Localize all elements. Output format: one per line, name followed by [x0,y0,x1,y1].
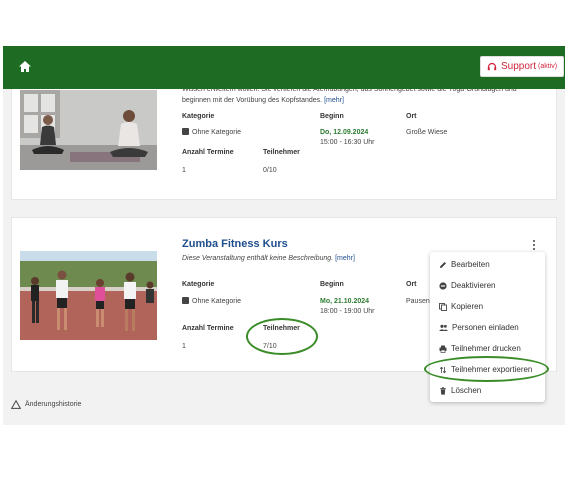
people-icon [439,324,448,331]
home-icon[interactable] [17,59,33,75]
support-label: Support [501,61,537,72]
sort-arrows-icon [439,366,447,373]
event-title[interactable]: Zumba Fitness Kurs [182,238,288,250]
participants-value: 0/10 [263,167,277,174]
menu-item-export-participants[interactable]: Teilnehmer exportieren [430,359,545,380]
category-label: Kategorie [182,281,215,288]
location-value: Große Wiese [406,129,448,136]
menu-item-deactivate[interactable]: Deaktivieren [430,275,545,296]
participants-label: Teilnehmer [263,149,300,156]
pencil-icon [440,261,446,268]
headset-icon [487,62,497,70]
start-label: Beginn [320,281,344,288]
category-value: Ohne Kategorie [182,128,241,137]
warning-triangle-icon [11,400,21,409]
dates-count-value: 1 [182,343,186,350]
start-label: Beginn [320,113,344,120]
start-date: Mo, 21.10.2024 [320,298,370,305]
trash-icon [440,386,446,395]
menu-item-copy[interactable]: Kopieren [430,296,545,317]
more-link[interactable]: [mehr] [324,97,344,104]
change-history-link[interactable]: Änderungshistorie [11,400,81,409]
minus-circle-icon [439,281,447,290]
more-options-icon[interactable] [531,239,537,251]
menu-item-print-participants[interactable]: Teilnehmer drucken [430,338,545,359]
event-image-yoga [20,90,157,170]
category-value: Ohne Kategorie [182,297,241,306]
menu-item-edit[interactable]: Bearbeiten [430,254,545,275]
start-date: Do, 12.09.2024 [320,129,369,136]
top-navigation-bar: Support (aktiv) [3,46,565,89]
context-menu: Bearbeiten Deaktivieren Kopieren Persone… [430,252,545,402]
start-time: 18:00 - 19:00 Uhr [320,308,375,315]
category-label: Kategorie [182,113,215,120]
change-history-label: Änderungshistorie [25,401,82,408]
event-description: Diese Veranstaltung enthält keine Beschr… [182,255,355,262]
dates-count-label: Anzahl Termine [182,325,234,332]
more-link[interactable]: [mehr] [335,255,355,262]
event-card: Wissen erweitern wollen. Sie vertiefen d… [11,89,557,200]
support-button[interactable]: Support (aktiv) [480,56,564,77]
dates-count-value: 1 [182,167,186,174]
location-label: Ort [406,281,417,288]
participants-value: 7/10 [263,343,277,350]
location-value: Pausen [406,298,430,305]
event-image-zumba [20,251,157,340]
event-description: Wissen erweitern wollen. Sie vertiefen d… [182,89,517,104]
menu-item-delete[interactable]: Löschen [430,380,545,401]
participants-label: Teilnehmer [263,325,300,332]
menu-item-invite-people[interactable]: Personen einladen [430,317,545,338]
support-status: (aktiv) [538,63,558,70]
printer-icon [439,345,447,353]
start-time: 15:00 - 16:30 Uhr [320,139,375,146]
copy-icon [439,302,447,311]
location-label: Ort [406,113,417,120]
dates-count-label: Anzahl Termine [182,149,234,156]
